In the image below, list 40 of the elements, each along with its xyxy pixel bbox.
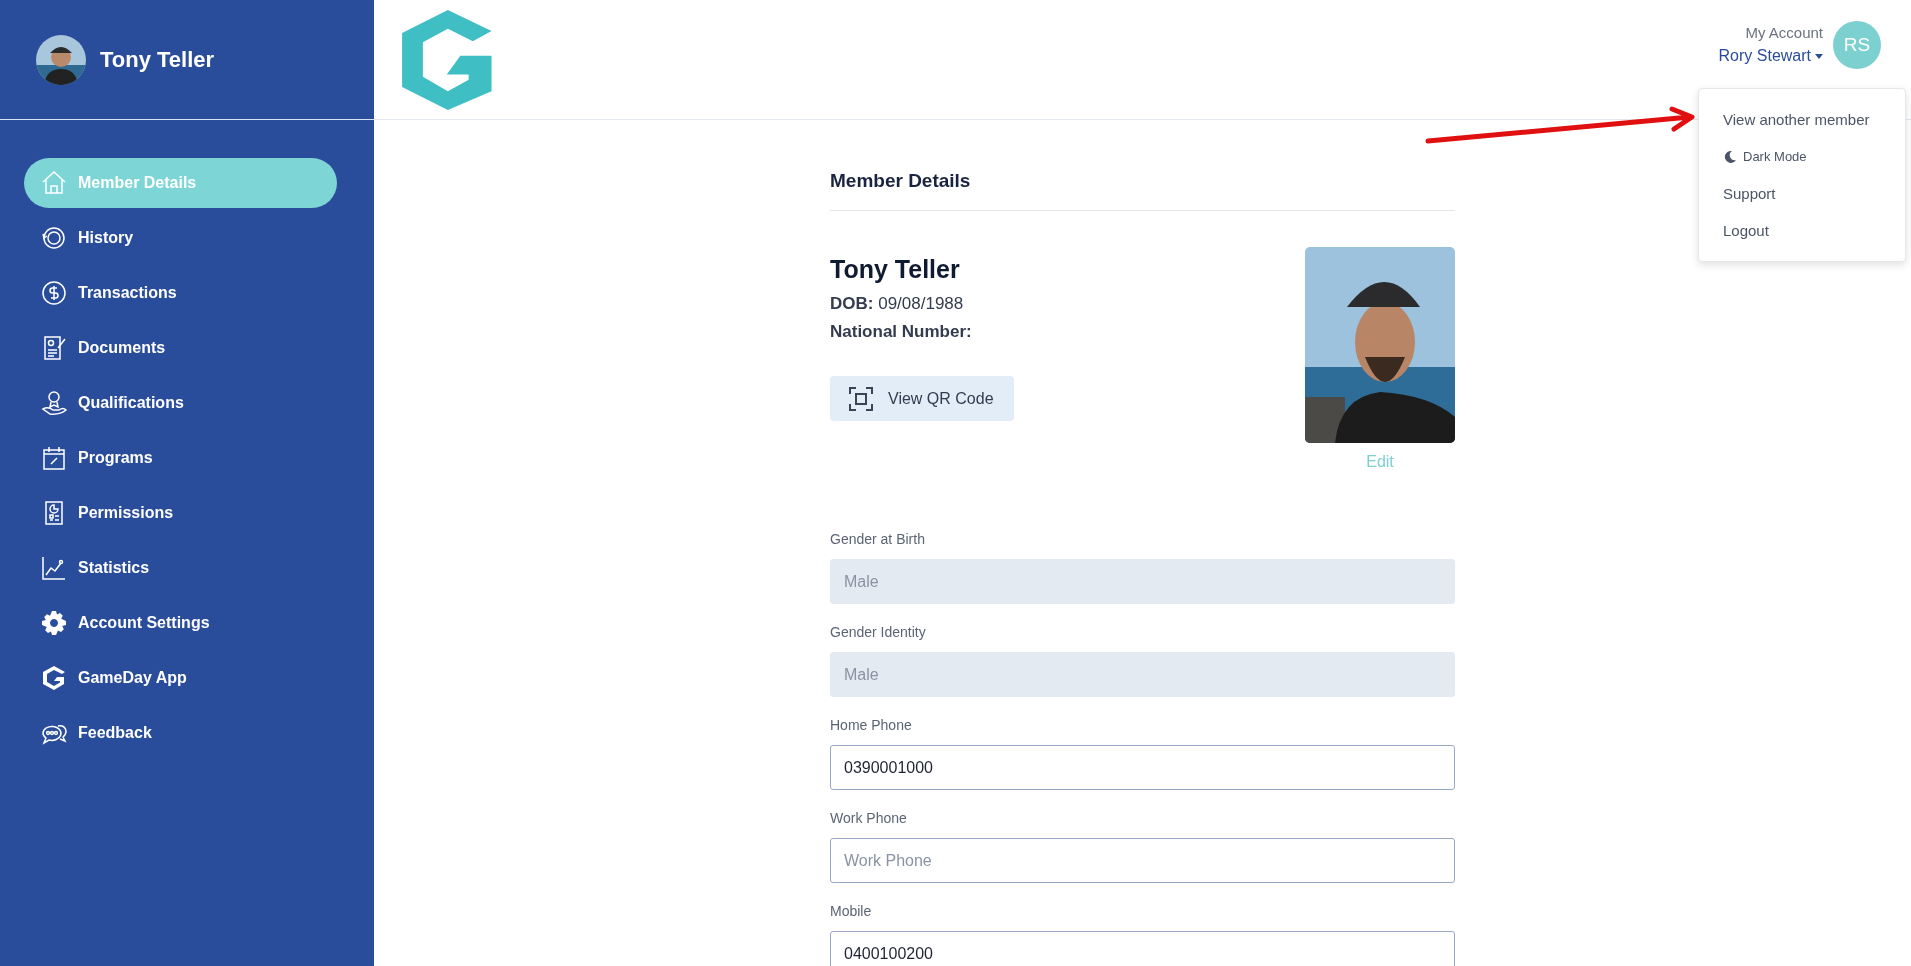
field-label: Gender at Birth	[830, 531, 926, 547]
nav-icon	[40, 169, 68, 197]
sidebar-item[interactable]: History	[24, 213, 337, 263]
nav-icon	[40, 279, 68, 307]
input-field[interactable]: Work Phone	[830, 838, 1455, 883]
sidebar-item[interactable]: Transactions	[24, 268, 337, 318]
sidebar-item[interactable]: Statistics	[24, 543, 337, 593]
account-dropdown[interactable]: Rory Stewart	[1718, 47, 1823, 65]
account-caption: My Account	[1745, 24, 1823, 41]
input-field[interactable]: 0390001000	[830, 745, 1455, 790]
field-label: Gender Identity	[830, 624, 927, 640]
sidebar-item[interactable]: Feedback	[24, 708, 337, 758]
qr-code-button[interactable]: View QR Code	[830, 376, 1014, 421]
sidebar-item[interactable]: Programs	[24, 433, 337, 483]
nav-icon	[40, 224, 68, 252]
input-field[interactable]: 0400100200	[830, 931, 1455, 966]
nav-icon	[40, 444, 68, 472]
member-name: Tony Teller	[830, 255, 961, 284]
caret-icon	[1815, 53, 1823, 59]
scan-icon	[848, 385, 874, 412]
nav-icon	[40, 554, 68, 582]
menu-item[interactable]: Logout	[1699, 212, 1905, 249]
sidebar-item[interactable]: Qualifications	[24, 378, 337, 428]
sidebar-item[interactable]: Permissions	[24, 488, 337, 538]
menu-item[interactable]: Dark Mode	[1699, 138, 1905, 175]
field-label: Work Phone	[830, 810, 908, 826]
field-label: Home Phone	[830, 717, 913, 733]
national-number-label: National Number:	[830, 322, 973, 342]
moon-icon	[1723, 149, 1737, 164]
nav-icon	[40, 609, 68, 637]
field-label: Mobile	[830, 903, 873, 919]
sidebar-item[interactable]: GameDay App	[24, 653, 337, 703]
section-title: Member Details	[830, 120, 1455, 211]
nav-icon	[40, 389, 68, 417]
user-name: Tony Teller	[100, 46, 215, 73]
sidebar-item[interactable]: Documents	[24, 323, 337, 373]
menu-item[interactable]: View another member	[1699, 101, 1905, 138]
sidebar-item[interactable]: Account Settings	[24, 598, 337, 648]
menu-item[interactable]: Support	[1699, 175, 1905, 212]
dob-text: DOB: 09/08/1988	[830, 294, 965, 314]
